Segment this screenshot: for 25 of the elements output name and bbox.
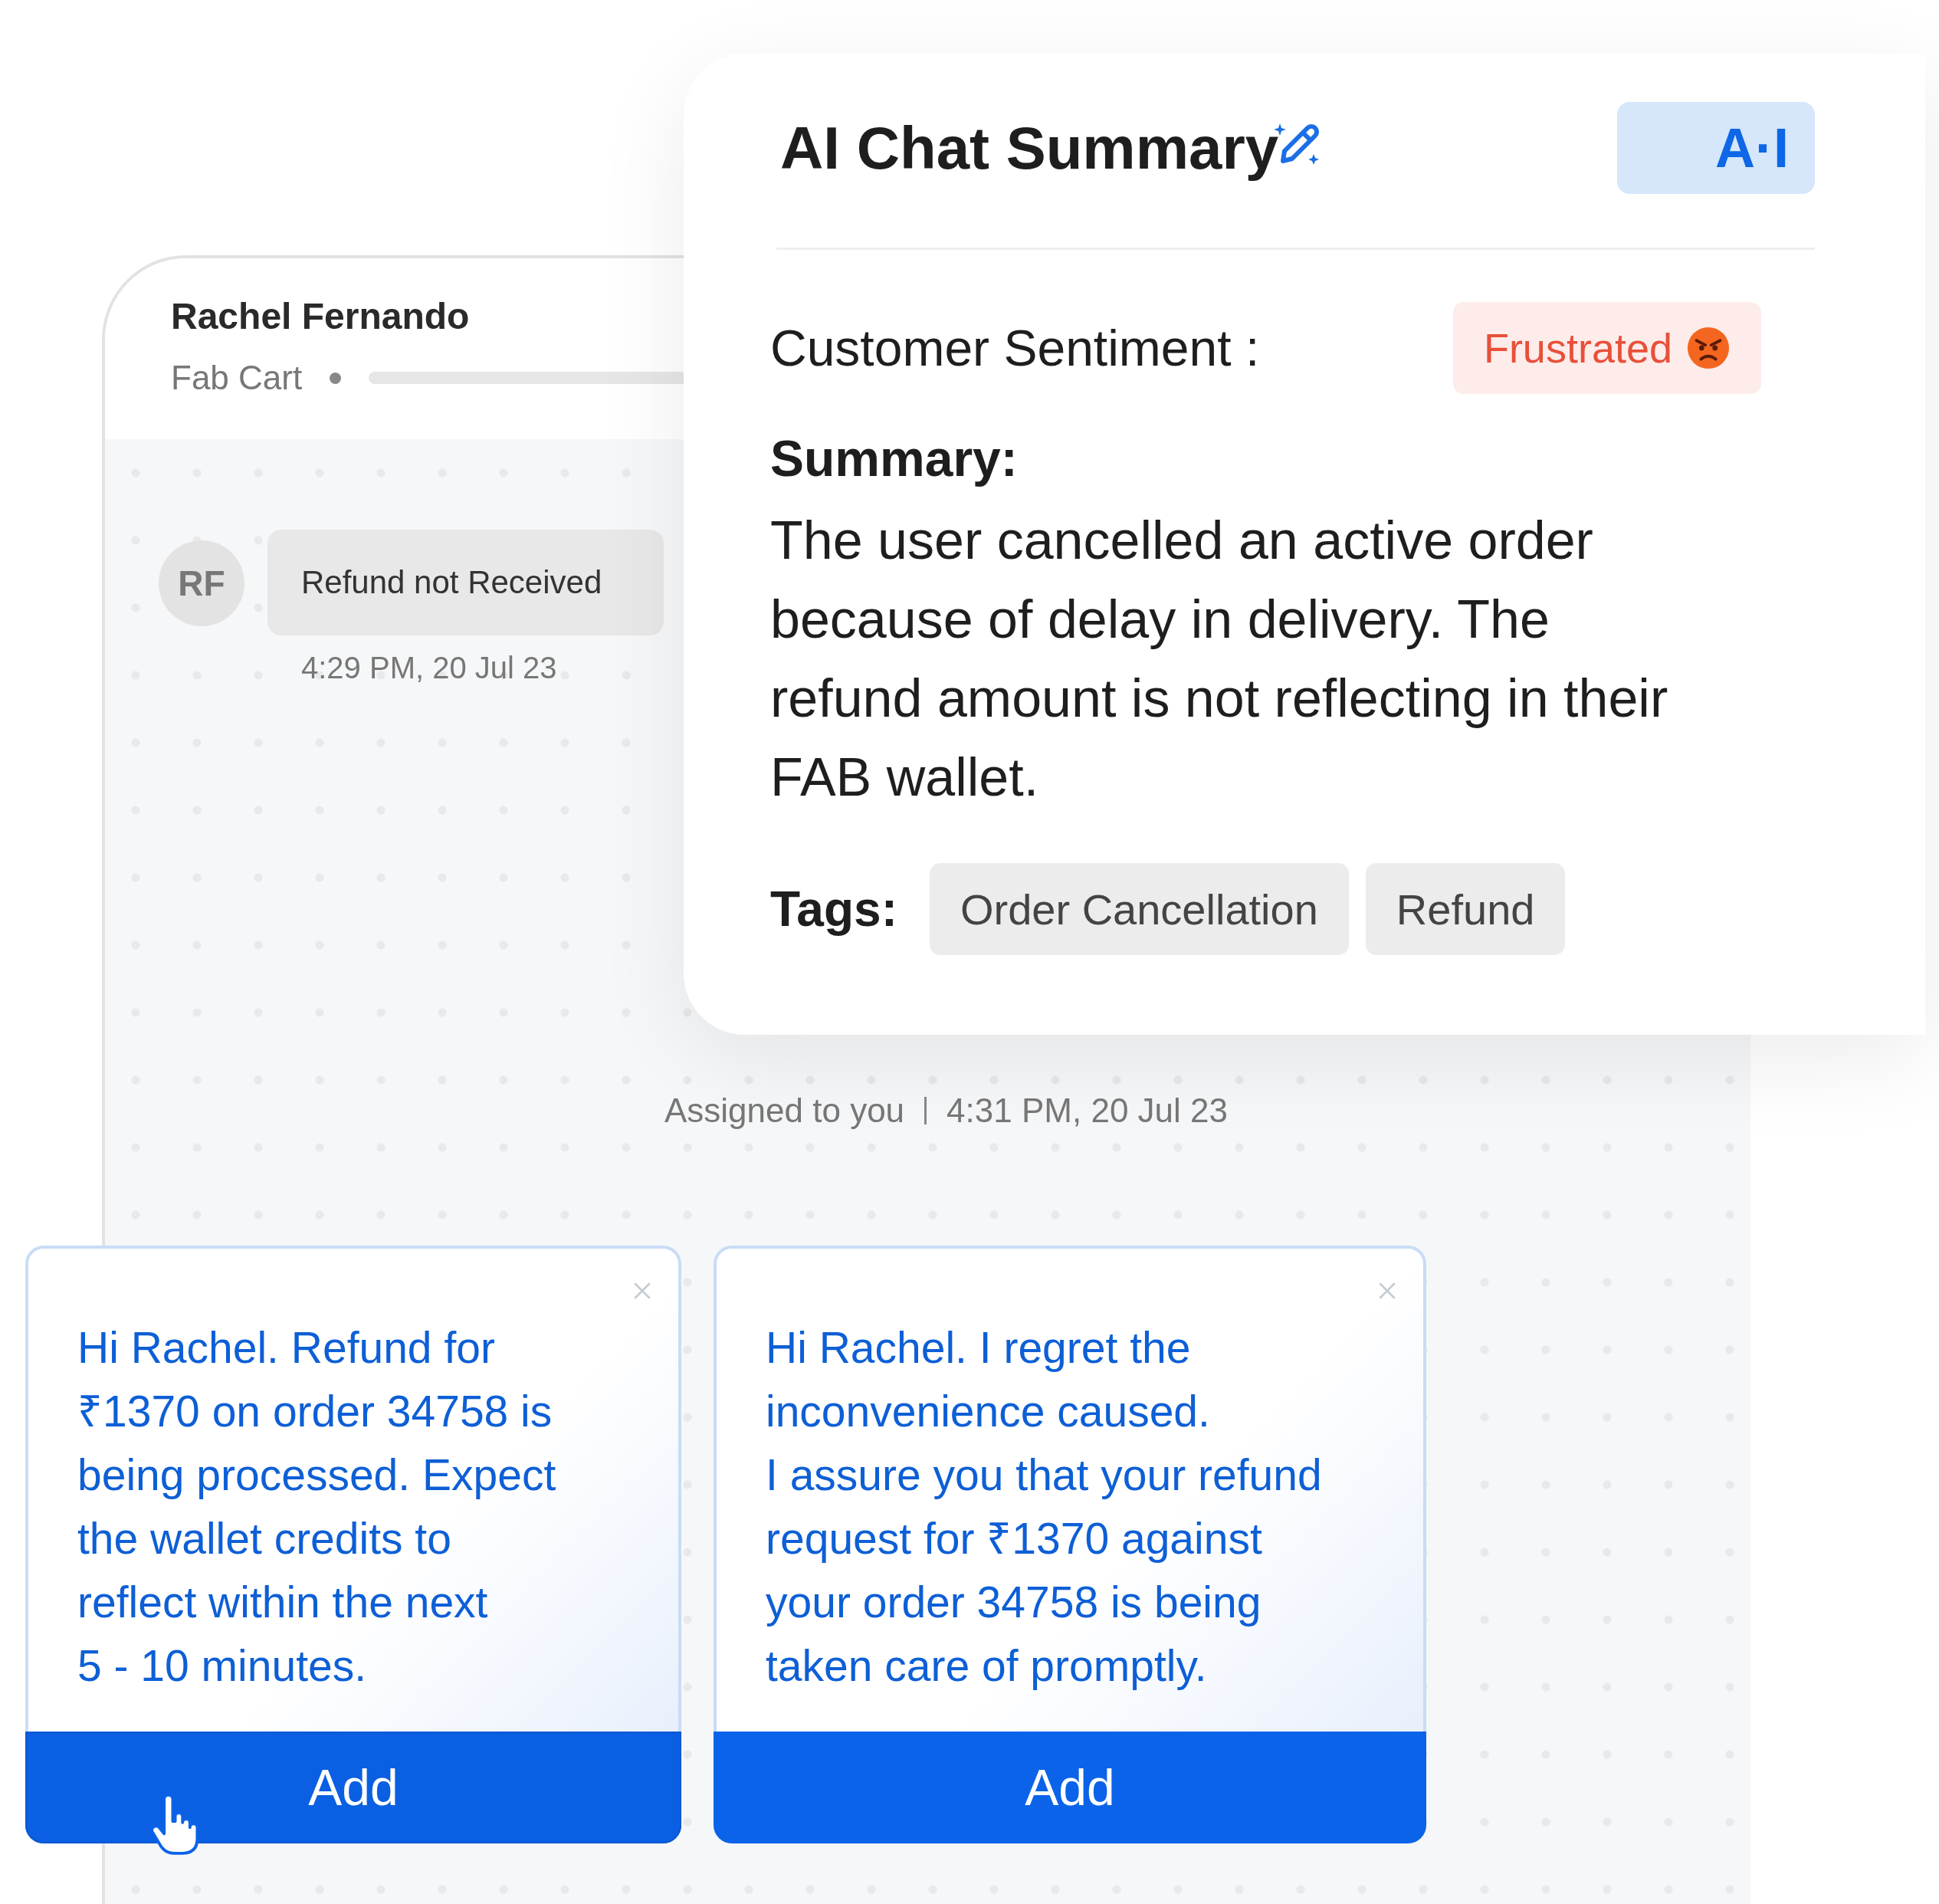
tag: Refund <box>1365 863 1566 955</box>
store-name: Fab Cart <box>171 359 303 397</box>
suggested-reply: Hi Rachel. Refund for ₹1370 on order 34758 is being processed. Expect the wallet credits to reflect within the next 5 - 10 minutes. <box>77 1322 556 1692</box>
angry-face-icon <box>1686 326 1731 370</box>
tag: Order Cancellation <box>929 863 1349 955</box>
add-button[interactable]: Add <box>25 1732 681 1843</box>
message-time: 4:29 PM, 20 Jul 23 <box>301 651 558 685</box>
summary-label: Summary: <box>770 429 1019 487</box>
avatar: RF <box>159 540 244 626</box>
tags-label: Tags: <box>770 881 897 937</box>
close-icon[interactable] <box>632 1281 652 1301</box>
status-dot <box>330 372 342 384</box>
summary-text: The user cancelled an active order because of delay in delivery. The refund amount is not reflecting in their FAB wallet. <box>770 510 1669 809</box>
hand-cursor-icon <box>149 1794 198 1856</box>
note-time: 4:31 PM, 20 Jul 23 <box>947 1092 1228 1130</box>
close-icon[interactable] <box>1377 1281 1397 1301</box>
suggested-reply: Hi Rachel. I regret the inconvenience caused. I assure you that your refund request for ₹1370 against your order 34758 is being taken care of promptly. <box>766 1322 1322 1692</box>
sentiment-label: Customer Sentiment : <box>770 319 1260 377</box>
message-bubble: Refund not Received <box>267 530 664 635</box>
add-button[interactable]: Add <box>714 1732 1426 1843</box>
ai-badge: A·I <box>1617 102 1815 194</box>
sentiment-tag: Frustrated <box>1452 302 1761 394</box>
system-note: Assigned to you <box>664 1092 905 1130</box>
contact-name: Rachel Fernando <box>171 295 471 337</box>
summary-title: AI Chat Summary <box>780 113 1279 183</box>
